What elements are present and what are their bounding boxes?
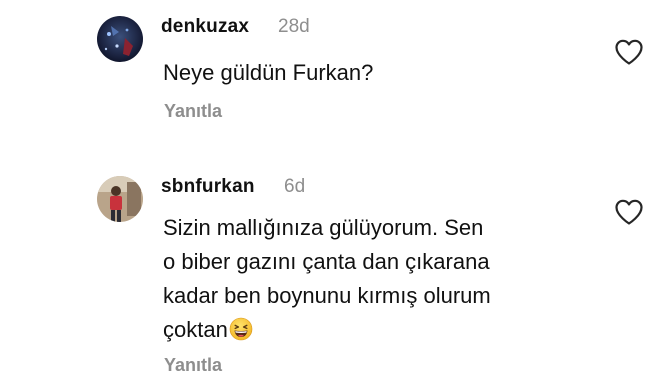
comment-text-last-line: çoktan [163, 313, 603, 347]
avatar[interactable] [97, 16, 143, 62]
comment-text-line: kadar ben boynunu kırmış olurum [163, 283, 491, 308]
comment-timestamp: 6d [284, 176, 306, 197]
grinning-squinting-face-emoji [229, 317, 253, 341]
username[interactable]: sbnfurkan [161, 176, 255, 198]
comment-text: Neye güldün Furkan? [163, 56, 603, 90]
reply-button[interactable]: Yanıtla [164, 355, 222, 376]
comment-item: denkuzax 28d Neye güldün Furkan? Yanıtla [0, 0, 672, 170]
comment-item: sbnfurkan 6d Sizin mallığınıza gülüyorum… [0, 170, 672, 378]
heart-outline-icon[interactable] [614, 198, 644, 226]
comment-text-line: Sizin mallığınıza gülüyorum. Sen [163, 215, 484, 240]
avatar-image [97, 176, 143, 222]
avatar[interactable] [97, 176, 143, 222]
comment-text-line: çoktan [163, 317, 228, 342]
reply-button[interactable]: Yanıtla [164, 101, 222, 122]
comment-text: Sizin mallığınıza gülüyorum. Sen o biber… [163, 211, 603, 347]
comment-text-line: Neye güldün Furkan? [163, 60, 374, 85]
heart-outline-icon[interactable] [614, 38, 644, 66]
username[interactable]: denkuzax [161, 16, 249, 38]
comment-timestamp: 28d [278, 16, 310, 37]
avatar-image [97, 16, 143, 62]
comment-text-line: o biber gazını çanta dan çıkarana [163, 249, 490, 274]
